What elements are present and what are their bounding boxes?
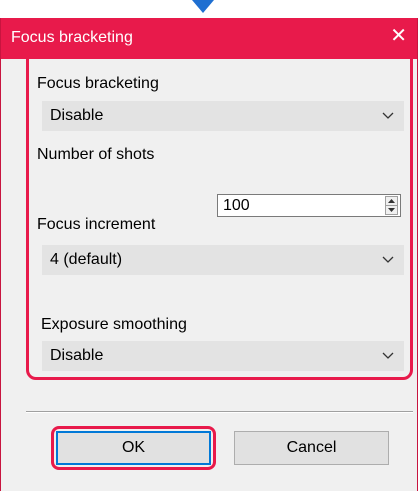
spin-up-icon[interactable] [386,197,397,206]
exposure-smoothing-select[interactable]: Disable [42,341,404,371]
cancel-button[interactable]: Cancel [234,431,389,465]
chevron-down-icon [382,112,394,119]
spin-buttons [385,196,398,215]
chevron-down-icon [382,256,394,263]
spin-down-icon[interactable] [386,206,397,214]
focus-bracketing-label: Focus bracketing [37,75,159,92]
close-icon[interactable]: ✕ [390,26,407,46]
focus-increment-value: 4 (default) [50,251,123,268]
focus-bracketing-value: Disable [50,107,104,124]
number-of-shots-stepper[interactable]: 100 [217,194,401,217]
focus-bracketing-select[interactable]: Disable [42,101,404,131]
arrow-down-icon [192,0,214,13]
number-of-shots-label: Number of shots [37,146,155,163]
focus-increment-select[interactable]: 4 (default) [42,245,404,275]
number-of-shots-value: 100 [223,197,250,214]
exposure-smoothing-value: Disable [50,347,104,364]
button-separator [26,411,413,413]
ok-button[interactable]: OK [56,431,211,465]
focus-increment-label: Focus increment [37,216,156,233]
dialog-title: Focus bracketing [11,29,133,46]
chevron-down-icon [382,352,394,359]
exposure-smoothing-label: Exposure smoothing [41,316,187,333]
